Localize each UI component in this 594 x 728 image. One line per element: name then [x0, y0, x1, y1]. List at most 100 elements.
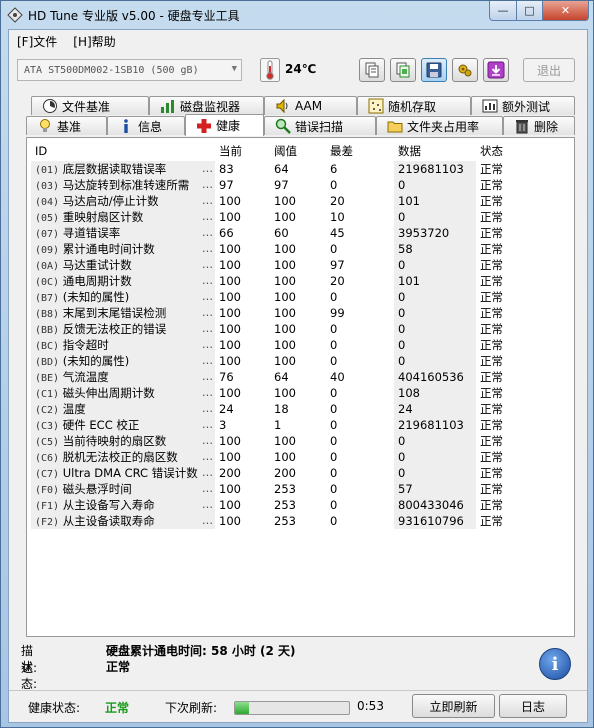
table-row[interactable]: (03) 马达旋转到标准转速所需... 97 97 0 0 正常	[31, 177, 522, 193]
table-row[interactable]: (C1) 磁头伸出周期计数... 100 100 0 108 正常	[31, 385, 522, 401]
table-row[interactable]: (C5) 当前待映射的扇区数... 100 100 0 0 正常	[31, 433, 522, 449]
state-label: 状态:	[21, 660, 38, 691]
threshold-value: 100	[274, 242, 296, 256]
tab-random-access[interactable]: 随机存取	[357, 96, 471, 115]
tab-label: 健康	[216, 119, 241, 133]
refresh-now-button[interactable]: 立即刷新	[412, 694, 495, 718]
column-header[interactable]: 最差	[326, 141, 394, 161]
attribute-name: 通电周期计数	[62, 274, 132, 288]
disk-monitor-icon	[161, 100, 174, 113]
table-row[interactable]: (BD) (未知的属性)... 100 100 0 0 正常	[31, 353, 522, 369]
title-bar[interactable]: HD Tune 专业版 v5.00 - 硬盘专业工具 — □ ✕	[1, 1, 593, 29]
drive-select[interactable]: ATA ST500DM002-1SB10 (500 gB) ▼	[17, 59, 242, 81]
health-status-label: 健康状态:	[28, 701, 81, 715]
tab-extra-tests[interactable]: 额外测试	[471, 96, 575, 115]
column-header[interactable]: 数据	[394, 141, 476, 161]
worst-value: 0	[330, 354, 338, 368]
copy-info-button[interactable]	[359, 58, 385, 82]
tab-benchmark[interactable]: 基准	[26, 116, 107, 135]
download-button[interactable]	[483, 58, 509, 82]
worst-value: 0	[330, 338, 338, 352]
attribute-cell: (05) 重映射扇区计数...	[31, 209, 215, 225]
menu-bar: [F]文件 [H]帮助	[9, 30, 587, 52]
tab-label: 信息	[138, 119, 163, 134]
worst-value: 20	[330, 194, 345, 208]
table-row[interactable]: (04) 马达启动/停止计数... 100 100 20 101 正常	[31, 193, 522, 209]
table-row[interactable]: (C6) 脱机无法校正的扇区数... 100 100 0 0 正常	[31, 449, 522, 465]
worst-value: 0	[330, 386, 338, 400]
raw-data-value: 0	[394, 433, 476, 449]
minimize-button[interactable]: —	[489, 1, 517, 21]
table-row[interactable]: (BB) 反馈无法校正的错误... 100 100 0 0 正常	[31, 321, 522, 337]
ellipsis-icon: ...	[202, 321, 213, 335]
raw-data-value: 0	[394, 289, 476, 305]
attribute-code: (03)	[35, 181, 60, 192]
table-row[interactable]: (09) 累计通电时间计数... 100 100 0 58 正常	[31, 241, 522, 257]
table-row[interactable]: (C3) 硬件 ECC 校正... 3 1 0 219681103 正常	[31, 417, 522, 433]
tab-erase[interactable]: 删除	[503, 116, 575, 135]
raw-data-value: 3953720	[394, 225, 476, 241]
options-icon	[458, 64, 472, 77]
tab-file-benchmark[interactable]: 文件基准	[31, 96, 149, 115]
smart-table-body: (01) 底层数据读取错误率... 83 64 6 219681103 正常 (03) 马达…	[31, 161, 522, 529]
raw-data-value: 101	[394, 273, 476, 289]
attribute-cell: (B8) 末尾到末尾错误检测...	[31, 305, 215, 321]
attribute-cell: (BD) (未知的属性)...	[31, 353, 215, 369]
attribute-cell: (B7) (未知的属性)...	[31, 289, 215, 305]
attribute-name: 末尾到末尾错误检测	[62, 306, 167, 320]
current-value: 66	[219, 226, 234, 240]
options-button[interactable]	[452, 58, 478, 82]
column-header[interactable]: 当前	[215, 141, 270, 161]
table-row[interactable]: (F0) 磁头悬浮时间... 100 253 0 57 正常	[31, 481, 522, 497]
info-button[interactable]: i	[539, 648, 571, 680]
tab-aam[interactable]: AAM	[264, 96, 357, 115]
table-row[interactable]: (BE) 气流温度... 76 64 40 404160536 正常	[31, 369, 522, 385]
close-button[interactable]: ✕	[543, 1, 589, 21]
tab-folder-usage[interactable]: 文件夹占用率	[376, 116, 503, 135]
menu-file[interactable]: [F]文件	[9, 33, 65, 50]
threshold-value: 100	[274, 306, 296, 320]
ellipsis-icon: ...	[202, 449, 213, 463]
current-value: 76	[219, 370, 234, 384]
tab-disk-monitor[interactable]: 磁盘监视器	[149, 96, 264, 115]
table-row[interactable]: (C2) 温度... 24 18 0 24 正常	[31, 401, 522, 417]
menu-help[interactable]: [H]帮助	[65, 33, 123, 50]
table-row[interactable]: (C7) Ultra DMA CRC 错误计数... 200 200 0 0 正常	[31, 465, 522, 481]
worst-value: 0	[330, 466, 338, 480]
column-header[interactable]: ID	[31, 141, 215, 161]
copy-screen-button[interactable]	[390, 58, 416, 82]
temperature-value: 24℃	[285, 62, 317, 76]
status-value: 正常	[480, 242, 503, 256]
table-row[interactable]: (0C) 通电周期计数... 100 100 20 101 正常	[31, 273, 522, 289]
column-header[interactable]: 阈值	[270, 141, 326, 161]
attribute-code: (F1)	[35, 501, 60, 512]
table-row[interactable]: (07) 寻道错误率... 66 60 45 3953720 正常	[31, 225, 522, 241]
table-row[interactable]: (F2) 从主设备读取寿命... 100 253 0 931610796 正常	[31, 513, 522, 529]
ellipsis-icon: ...	[202, 257, 213, 271]
attribute-code: (07)	[35, 229, 60, 240]
threshold-value: 100	[274, 290, 296, 304]
table-row[interactable]: (0A) 马达重试计数... 100 100 97 0 正常	[31, 257, 522, 273]
maximize-button[interactable]: □	[517, 1, 543, 21]
attribute-cell: (F1) 从主设备写入寿命...	[31, 497, 215, 513]
exit-button[interactable]: 退出	[523, 58, 575, 82]
attribute-code: (B7)	[35, 293, 60, 304]
column-header[interactable]: 状态	[476, 141, 522, 161]
raw-data-value: 0	[394, 305, 476, 321]
status-value: 正常	[480, 354, 503, 368]
table-row[interactable]: (B8) 末尾到末尾错误检测... 100 100 99 0 正常	[31, 305, 522, 321]
attribute-cell: (07) 寻道错误率...	[31, 225, 215, 241]
status-value: 正常	[480, 482, 503, 496]
table-row[interactable]: (01) 底层数据读取错误率... 83 64 6 219681103 正常	[31, 161, 522, 177]
table-row[interactable]: (05) 重映射扇区计数... 100 100 10 0 正常	[31, 209, 522, 225]
tab-health[interactable]: 健康	[185, 114, 264, 136]
table-row[interactable]: (B7) (未知的属性)... 100 100 0 0 正常	[31, 289, 522, 305]
tab-info[interactable]: 信息	[107, 116, 185, 135]
save-button[interactable]	[421, 58, 447, 82]
status-value: 正常	[480, 258, 503, 272]
tab-label: 错误扫描	[295, 119, 344, 134]
log-button[interactable]: 日志	[499, 694, 567, 718]
table-row[interactable]: (BC) 指令超时... 100 100 0 0 正常	[31, 337, 522, 353]
table-row[interactable]: (F1) 从主设备写入寿命... 100 253 0 800433046 正常	[31, 497, 522, 513]
tab-error-scan[interactable]: 错误扫描	[264, 116, 376, 135]
